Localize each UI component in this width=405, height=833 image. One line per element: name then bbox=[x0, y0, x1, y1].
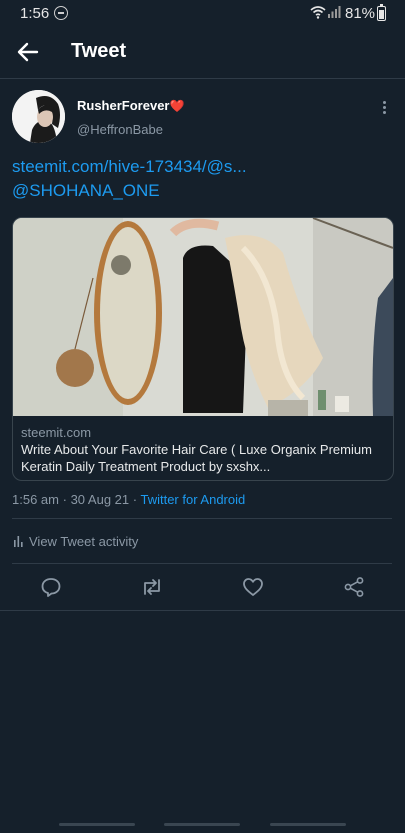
battery-percentage: 81% bbox=[345, 5, 376, 22]
tweet-meta: 1:56 am · 30 Aug 21 · Twitter for Androi… bbox=[12, 492, 245, 507]
reply-icon[interactable] bbox=[39, 575, 63, 599]
wifi-icon bbox=[310, 6, 326, 19]
meta-separator: · bbox=[62, 492, 71, 507]
link-preview-card[interactable]: steemit.com Write About Your Favorite Ha… bbox=[12, 217, 394, 481]
card-title: Write About Your Favorite Hair Care ( Lu… bbox=[21, 442, 372, 474]
signal-icon bbox=[328, 6, 341, 18]
divider bbox=[12, 518, 392, 519]
tweet-source-link[interactable]: Twitter for Android bbox=[140, 492, 245, 507]
avatar[interactable] bbox=[12, 90, 65, 143]
display-name-text: RusherForever bbox=[77, 98, 170, 113]
divider bbox=[0, 610, 405, 611]
activity-label: View Tweet activity bbox=[29, 534, 139, 549]
card-domain: steemit.com bbox=[21, 425, 92, 440]
heart-icon[interactable] bbox=[241, 575, 265, 599]
nav-gesture-bar bbox=[59, 823, 135, 826]
page-title: Tweet bbox=[71, 40, 127, 62]
battery-icon bbox=[377, 4, 386, 21]
nav-gesture-bar bbox=[164, 823, 240, 826]
top-bar: Tweet bbox=[0, 26, 405, 79]
analytics-icon bbox=[14, 536, 23, 547]
do-not-disturb-icon bbox=[54, 6, 68, 20]
back-arrow-icon[interactable] bbox=[14, 38, 42, 66]
tweet-url-link[interactable]: steemit.com/hive-173434/@s... bbox=[12, 157, 247, 177]
card-image bbox=[13, 218, 393, 416]
retweet-icon[interactable] bbox=[140, 575, 164, 599]
nav-gesture-bar bbox=[270, 823, 346, 826]
user-handle[interactable]: @HeffronBabe bbox=[77, 122, 163, 137]
heart-emoji: ❤️ bbox=[169, 99, 185, 113]
view-tweet-activity[interactable]: View Tweet activity bbox=[14, 534, 138, 549]
mention-link[interactable]: @SHOHANA_ONE bbox=[12, 181, 160, 201]
tweet-time: 1:56 am bbox=[12, 492, 59, 507]
share-icon[interactable] bbox=[342, 575, 366, 599]
display-name[interactable]: RusherForever❤️ bbox=[77, 98, 184, 113]
status-time: 1:56 bbox=[20, 5, 50, 22]
tweet-date: 30 Aug 21 bbox=[70, 492, 130, 507]
more-options-icon[interactable] bbox=[376, 97, 394, 117]
status-bar: 1:56 81% bbox=[0, 0, 405, 26]
divider bbox=[12, 563, 392, 564]
